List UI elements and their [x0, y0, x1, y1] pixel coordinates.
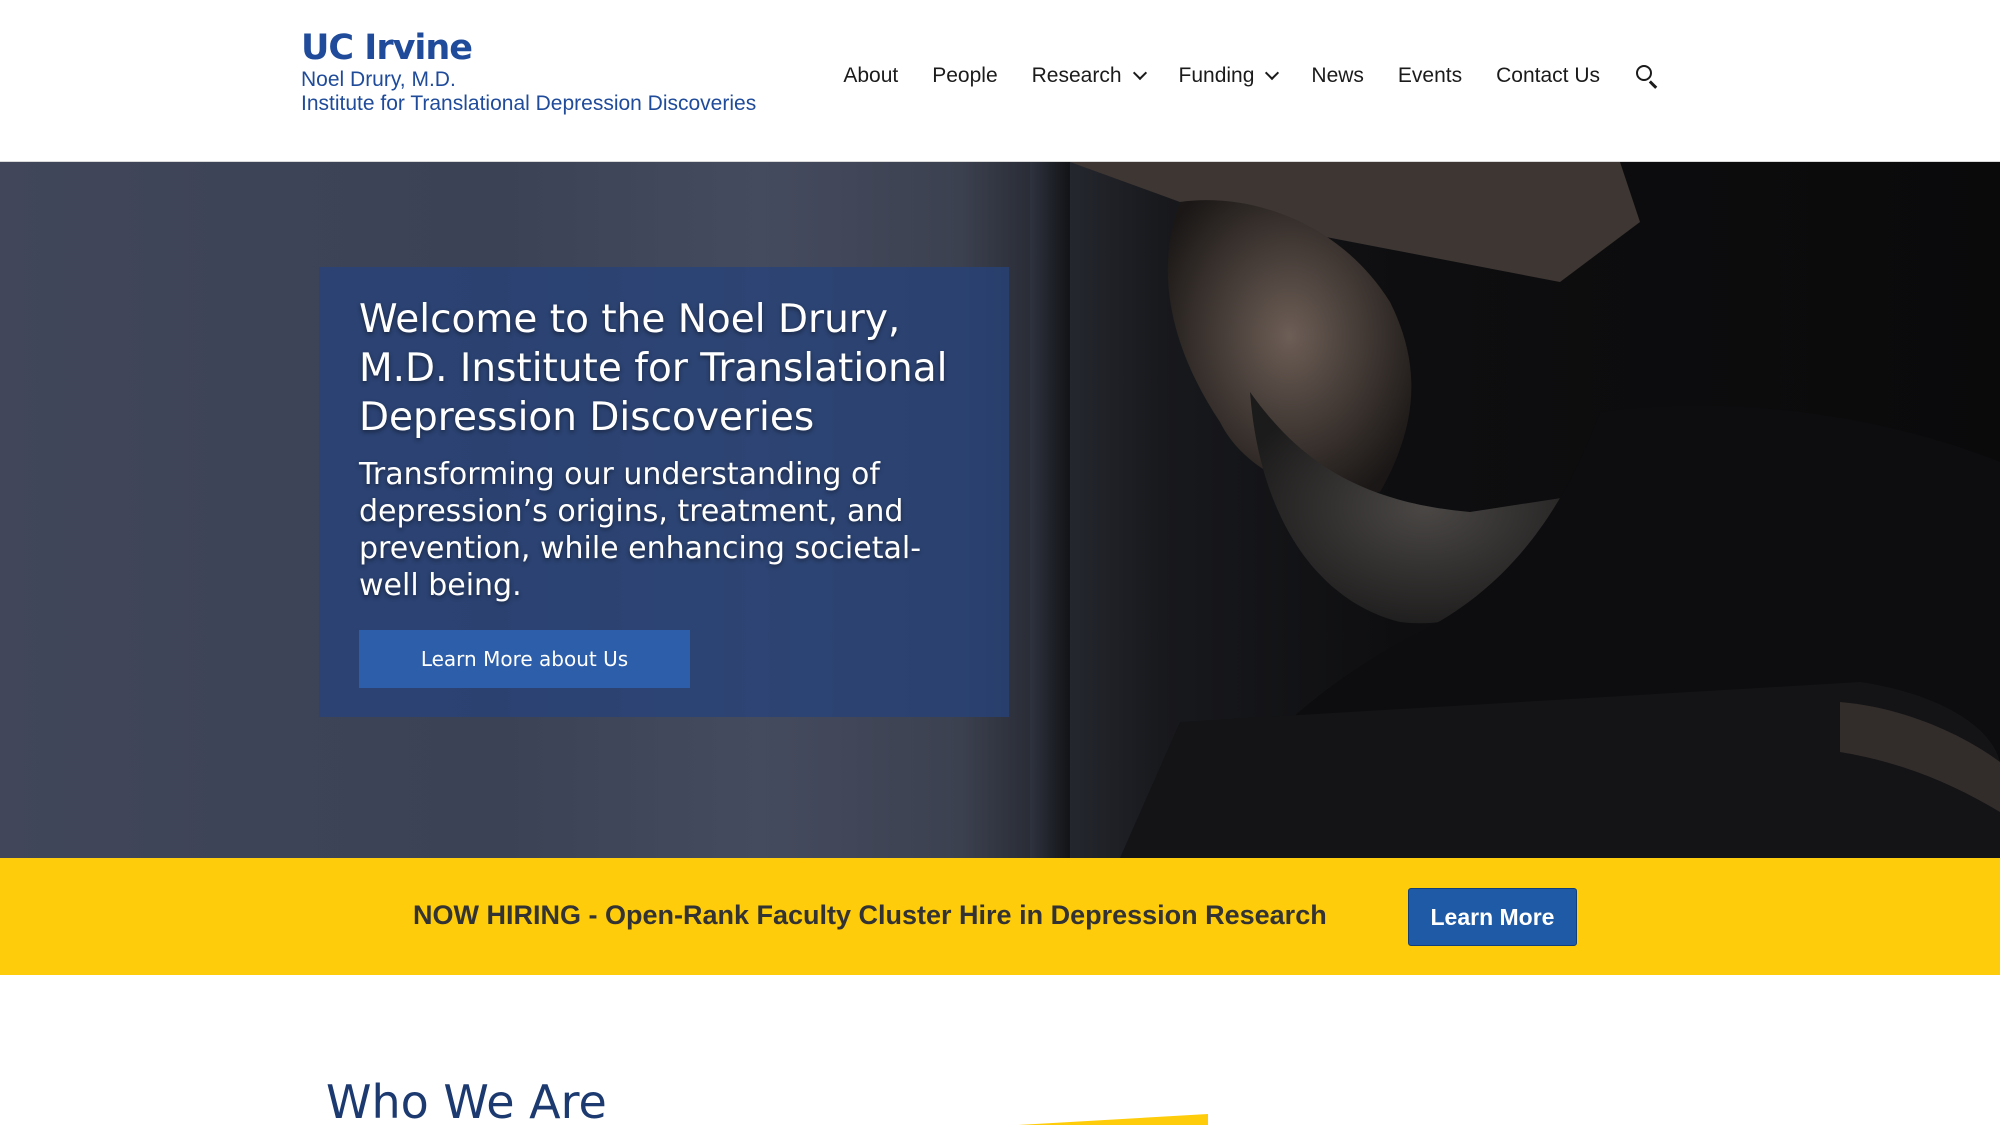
logo-name: Noel Drury, M.D. — [301, 68, 456, 91]
search-icon[interactable] — [1634, 63, 1660, 89]
site-logo[interactable]: UC Irvine Noel Drury, M.D. Institute for… — [301, 28, 756, 116]
nav-item-label: Research — [1031, 64, 1122, 87]
nav-item-label: Contact Us — [1496, 64, 1600, 87]
nav-item-label: Funding — [1178, 64, 1255, 87]
logo-institute: Institute for Translational Depression D… — [301, 92, 757, 115]
logo-university: UC Irvine — [301, 28, 473, 68]
learn-more-about-us-button[interactable]: Learn More about Us — [359, 630, 690, 688]
nav-item-label: Events — [1397, 64, 1463, 87]
chevron-down-icon — [1132, 65, 1147, 81]
hero-title: Welcome to the Noel Drury, M.D. Institut… — [359, 297, 948, 440]
hiring-banner: NOW HIRING - Open-Rank Faculty Cluster H… — [0, 858, 2000, 975]
learn-more-button[interactable]: Learn More — [1408, 888, 1577, 946]
nav-item-label: News — [1311, 64, 1364, 87]
main-nav: About People Research Funding News Event… — [843, 56, 1660, 96]
nav-item-label: About — [843, 64, 899, 87]
hero-subtitle: Transforming our understanding of depres… — [359, 457, 922, 603]
nav-item-people[interactable]: People — [932, 64, 997, 88]
hiring-banner-text: NOW HIRING - Open-Rank Faculty Cluster H… — [413, 900, 1327, 930]
who-we-are-heading: Who We Are — [326, 1075, 607, 1125]
site-header: UC Irvine Noel Drury, M.D. Institute for… — [0, 0, 2000, 162]
nav-item-label: People — [932, 64, 998, 87]
hero-section: Welcome to the Noel Drury, M.D. Institut… — [0, 162, 2000, 858]
nav-item-news[interactable]: News — [1311, 64, 1364, 88]
yellow-accent-shape — [1018, 1114, 1208, 1125]
nav-item-funding[interactable]: Funding — [1178, 64, 1280, 88]
nav-item-events[interactable]: Events — [1398, 64, 1462, 88]
nav-item-contact-us[interactable]: Contact Us — [1496, 64, 1600, 88]
chevron-down-icon — [1265, 65, 1280, 81]
nav-item-about[interactable]: About — [843, 64, 898, 88]
hero-card: Welcome to the Noel Drury, M.D. Institut… — [319, 267, 1009, 717]
nav-item-research[interactable]: Research — [1031, 64, 1147, 88]
